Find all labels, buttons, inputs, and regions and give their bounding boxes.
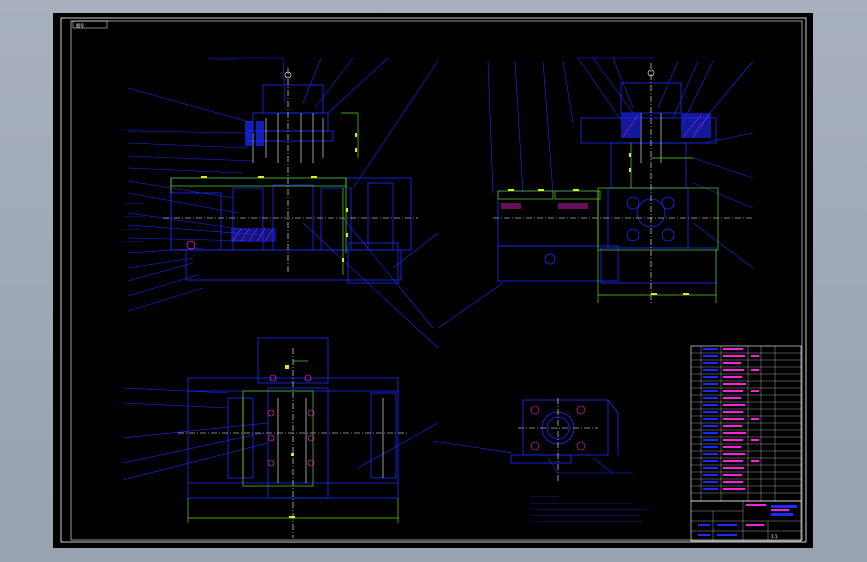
svg-text:—————: —————: [123, 201, 143, 206]
svg-text:—————: —————: [123, 239, 143, 244]
svg-text:———————————————————————————: ———————————————————————————: [531, 513, 639, 518]
outer-frame: [60, 17, 807, 543]
svg-text:———————: ———————: [531, 494, 559, 499]
front-view: ————— ————— ————— ————— ————— ——————: [123, 57, 504, 349]
title-scale: 1:1: [771, 534, 778, 539]
cad-viewport[interactable]: 图号 ————— ————— ————— ————— ————— —————— …: [0, 0, 867, 562]
technical-notes: ——————— ————————————————————————— ——————…: [531, 494, 647, 524]
fixture-assembly-drawing: 图号 ————— ————— ————— ————— ————— —————— …: [60, 17, 807, 543]
svg-text:—————: —————: [123, 127, 143, 132]
detail-view: ——————— ————————————————————————— ——————…: [432, 398, 647, 524]
svg-text:—————: —————: [123, 227, 143, 232]
svg-text:—————————————————————————————: —————————————————————————————: [531, 507, 647, 512]
drawing-sheet: 图号 ————— ————— ————— ————— ————— —————— …: [53, 13, 813, 548]
title-block: 1:1: [690, 500, 802, 542]
svg-text:—————————————————————————: —————————————————————————: [531, 501, 631, 506]
parts-list: [690, 345, 802, 502]
svg-text:————————————————————————————: ————————————————————————————: [531, 519, 643, 524]
corner-label: 图号: [76, 22, 84, 28]
side-hatch: [501, 113, 711, 209]
top-view: [122, 337, 439, 538]
clamp-hatch: [186, 121, 276, 250]
top-view-bolts: [267, 374, 315, 467]
side-view: [487, 57, 754, 303]
svg-text:—————: —————: [123, 214, 143, 219]
svg-text:——————: ——————: [213, 57, 237, 62]
